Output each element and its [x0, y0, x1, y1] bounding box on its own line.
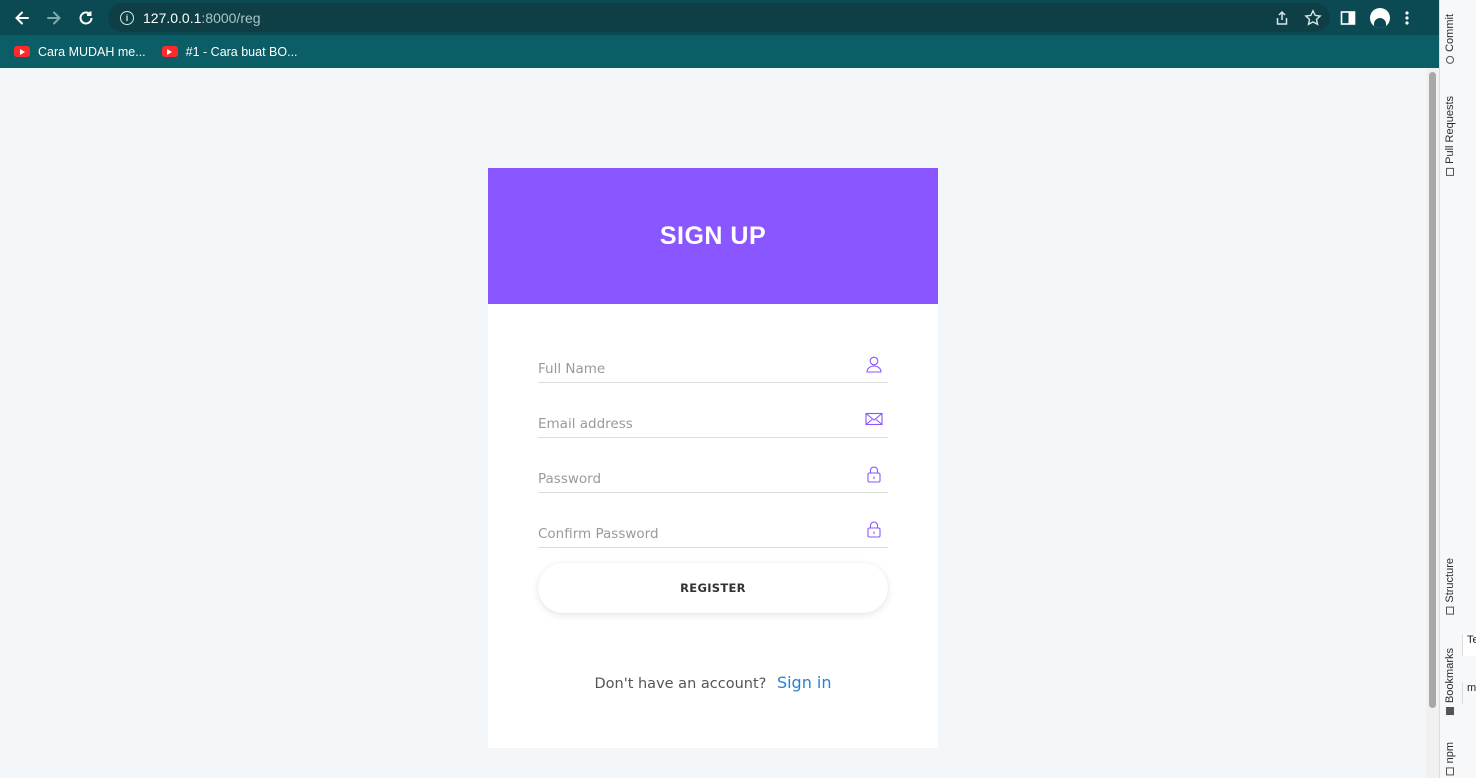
commit-icon	[1446, 55, 1454, 64]
profile-avatar[interactable]	[1370, 7, 1390, 28]
forward-button[interactable]	[38, 2, 70, 34]
arrow-right-icon	[47, 11, 61, 24]
url-path: :8000/reg	[201, 9, 261, 26]
side-panel-icon[interactable]	[1340, 10, 1356, 26]
star-icon[interactable]	[1304, 8, 1322, 27]
signin-link[interactable]: Sign in	[777, 673, 832, 692]
more-menu-icon[interactable]	[1404, 10, 1410, 26]
lock-icon	[867, 466, 881, 483]
page-viewport: SIGN UP REGISTER	[0, 68, 1426, 778]
email-row	[538, 398, 888, 453]
npm-icon	[1446, 767, 1454, 776]
structure-icon	[1446, 606, 1454, 615]
signup-form: REGISTER	[538, 343, 888, 613]
ide-tab-structure[interactable]: Structure	[1444, 558, 1456, 615]
email-field[interactable]	[538, 398, 888, 438]
ide-tab-label: npm	[1444, 742, 1456, 764]
user-icon	[866, 356, 882, 373]
back-button[interactable]	[6, 2, 38, 34]
url-host: 127.0.0.1	[143, 9, 202, 26]
ide-tab-commit[interactable]: Commit	[1444, 14, 1456, 64]
address-bar[interactable]: i 127.0.0.1 :8000/reg	[108, 3, 1330, 32]
ide-tab-bookmarks[interactable]: Bookmarks	[1444, 648, 1456, 716]
ide-side-panel: Commit Pull Requests Structure Bookmarks…	[1439, 0, 1476, 778]
ide-editor-fragment: Te	[1462, 634, 1476, 656]
password-row	[538, 453, 888, 508]
full-name-row	[538, 343, 888, 398]
share-icon[interactable]	[1274, 10, 1290, 26]
ide-tab-label: Bookmarks	[1444, 648, 1456, 704]
signup-card: SIGN UP REGISTER	[488, 168, 938, 748]
signin-prompt: Don't have an account? Sign in	[488, 673, 938, 692]
page-scrollbar[interactable]	[1426, 68, 1439, 778]
ide-tab-label: Commit	[1444, 14, 1456, 52]
bookmark-icon	[1446, 707, 1454, 716]
password-field[interactable]	[538, 453, 888, 493]
browser-window: i 127.0.0.1 :8000/reg Cara MUDAH me... #…	[0, 0, 1439, 778]
arrow-left-icon	[15, 11, 29, 24]
reload-button[interactable]	[70, 2, 102, 34]
ide-tab-label: Pull Requests	[1444, 96, 1456, 164]
pull-request-icon	[1446, 167, 1454, 176]
browser-toolbar: i 127.0.0.1 :8000/reg	[0, 0, 1439, 35]
confirm-password-field[interactable]	[538, 508, 888, 548]
site-info-icon[interactable]: i	[120, 10, 134, 25]
ide-editor-fragment: ma	[1462, 682, 1476, 704]
bookmarks-bar: Cara MUDAH me... #1 - Cara buat BO...	[0, 35, 1439, 68]
page-title: SIGN UP	[659, 221, 767, 250]
signup-header: SIGN UP	[488, 168, 938, 304]
ide-tab-label: Structure	[1444, 558, 1456, 603]
signin-prompt-text: Don't have an account?	[594, 676, 767, 692]
scrollbar-thumb[interactable]	[1429, 72, 1436, 708]
bookmark-label: #1 - Cara buat BO...	[185, 44, 298, 59]
bookmark-item[interactable]: #1 - Cara buat BO...	[161, 44, 298, 59]
confirm-password-row	[538, 508, 888, 563]
mail-icon	[865, 412, 883, 426]
register-button[interactable]: REGISTER	[538, 563, 888, 613]
ide-tab-npm[interactable]: npm	[1444, 742, 1456, 776]
bookmark-item[interactable]: Cara MUDAH me...	[14, 45, 146, 59]
ide-tab-pull-requests[interactable]: Pull Requests	[1444, 96, 1456, 176]
youtube-icon	[14, 46, 30, 57]
bookmark-label: Cara MUDAH me...	[38, 44, 146, 59]
lock-icon	[867, 521, 881, 538]
full-name-field[interactable]	[538, 343, 888, 383]
youtube-icon	[161, 46, 178, 57]
reload-icon	[79, 11, 93, 24]
